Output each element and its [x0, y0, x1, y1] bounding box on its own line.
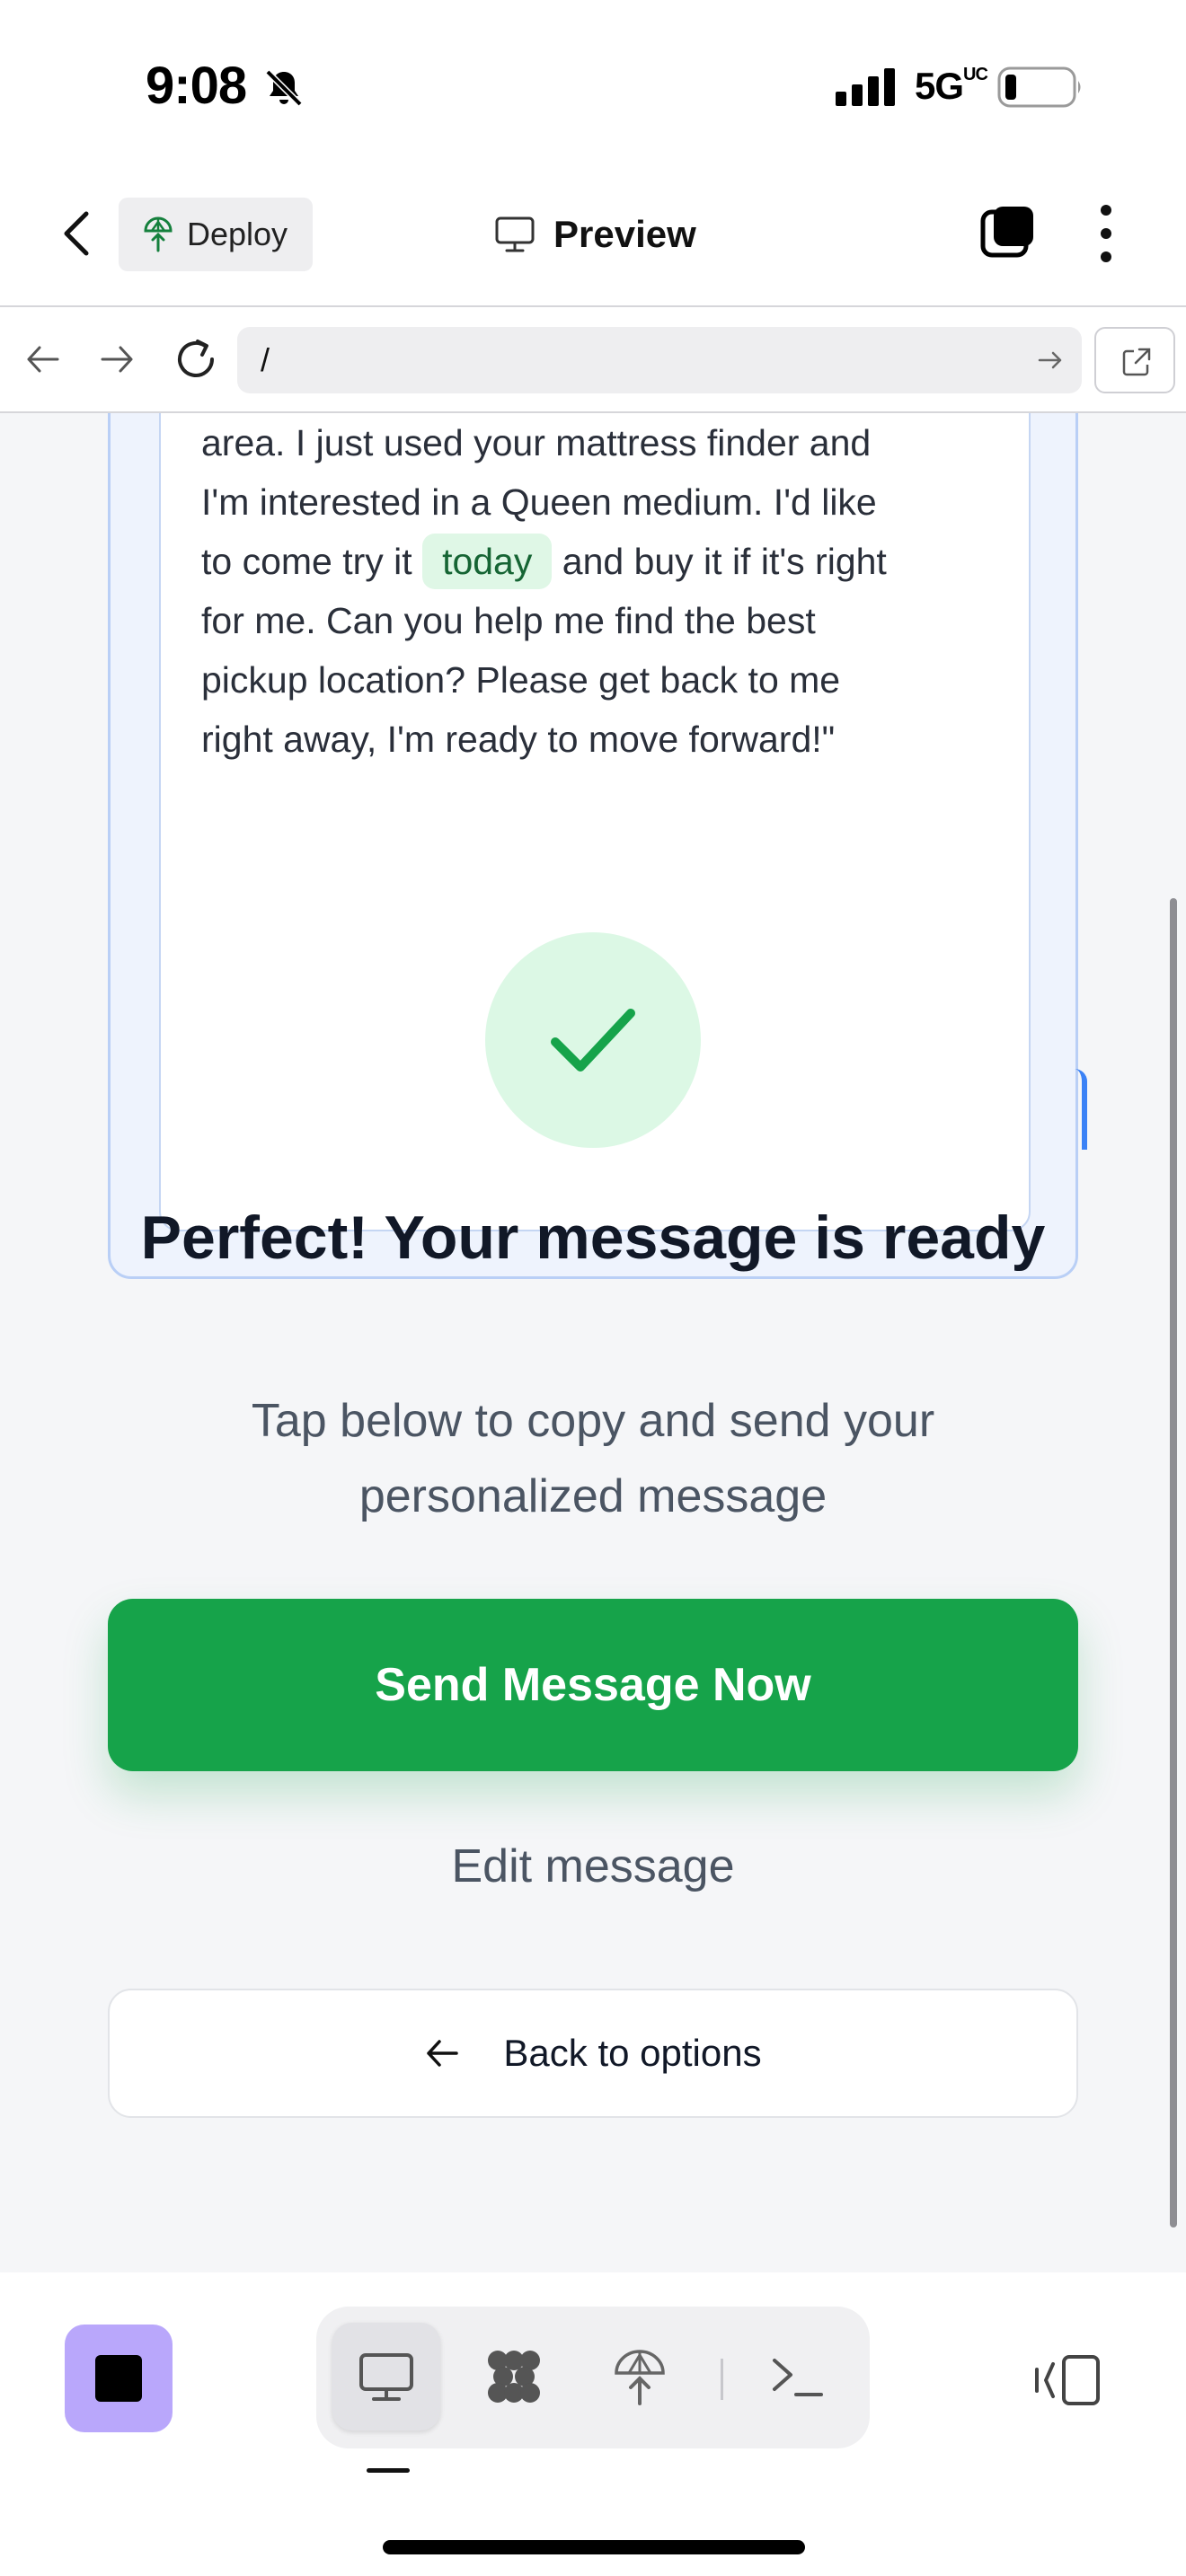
status-time: 9:08	[146, 57, 247, 115]
bell-slash-icon	[265, 69, 303, 107]
stop-icon	[95, 2355, 142, 2402]
more-vertical-icon[interactable]	[1087, 201, 1125, 266]
success-badge	[485, 932, 701, 1148]
components-tab[interactable]	[460, 2323, 568, 2430]
status-bar: 9:08 5GUC	[0, 0, 1186, 162]
preview-tab[interactable]	[332, 2323, 440, 2430]
browser-toolbar: /	[0, 305, 1186, 413]
battery-icon	[997, 66, 1081, 108]
preview-title: Preview	[494, 203, 696, 266]
preview-area: area. I just used your mattress finder a…	[0, 413, 1186, 2272]
scrollbar[interactable]	[1170, 898, 1177, 2228]
external-link-icon	[1122, 348, 1151, 376]
home-indicator	[383, 2540, 805, 2554]
back-to-options-button[interactable]: Back to options	[108, 1989, 1078, 2118]
app-header: Deploy Preview	[0, 162, 1186, 305]
success-title: Perfect! Your message is ready	[140, 1204, 1046, 1272]
network-label: 5GUC	[915, 65, 988, 107]
message-line: pickup location? Please get back to me	[201, 659, 841, 701]
checkmark-icon	[551, 1009, 635, 1072]
stop-button[interactable]	[65, 2325, 173, 2432]
components-icon	[488, 2351, 540, 2403]
monitor-icon	[359, 2353, 413, 2401]
page-heading: Preview	[553, 213, 696, 255]
panel-toggle-icon[interactable]	[1033, 2353, 1102, 2407]
terminal-tab[interactable]	[744, 2323, 852, 2430]
message-line: right away, I'm ready to move forward!"	[201, 719, 836, 760]
active-tab-indicator	[367, 2468, 410, 2473]
back-chevron-icon[interactable]	[54, 207, 99, 260]
deploy-label: Deploy	[187, 216, 288, 252]
open-external-button[interactable]	[1094, 327, 1175, 393]
segment-divider	[721, 2359, 723, 2400]
back-to-options-label: Back to options	[503, 2032, 762, 2074]
url-input[interactable]: /	[237, 327, 1082, 393]
signal-icon	[836, 68, 895, 106]
deploy-tab[interactable]	[586, 2323, 694, 2430]
message-line: area. I just used your mattress finder a…	[201, 422, 872, 463]
tabs-icon[interactable]	[979, 203, 1037, 260]
send-message-button[interactable]: Send Message Now	[108, 1599, 1078, 1771]
success-subtitle: Tap below to copy and send your personal…	[251, 1395, 935, 1522]
arrow-left-icon[interactable]	[22, 338, 65, 381]
url-text: /	[261, 341, 270, 378]
arrow-left-icon	[427, 2040, 459, 2067]
highlight-chip: today	[422, 534, 553, 589]
message-line: to come try it today and buy it if it's …	[201, 532, 1010, 591]
message-line: for me. Can you help me find the best	[201, 600, 816, 641]
side-tab-handle[interactable]	[1075, 1069, 1087, 1150]
bottom-dock	[0, 2272, 1186, 2576]
reload-icon[interactable]	[171, 334, 221, 384]
deploy-tree-icon	[144, 216, 173, 252]
go-arrow-icon[interactable]	[1037, 347, 1064, 374]
message-body: area. I just used your mattress finder a…	[201, 413, 1010, 769]
monitor-icon	[495, 216, 535, 252]
message-line: I'm interested in a Queen medium. I'd li…	[201, 481, 877, 523]
edit-message-link[interactable]: Edit message	[108, 1839, 1078, 1893]
arrow-right-icon[interactable]	[95, 338, 138, 381]
view-switcher	[316, 2307, 870, 2448]
terminal-icon	[773, 2359, 823, 2396]
deploy-icon	[615, 2350, 665, 2405]
deploy-button[interactable]: Deploy	[119, 198, 313, 271]
